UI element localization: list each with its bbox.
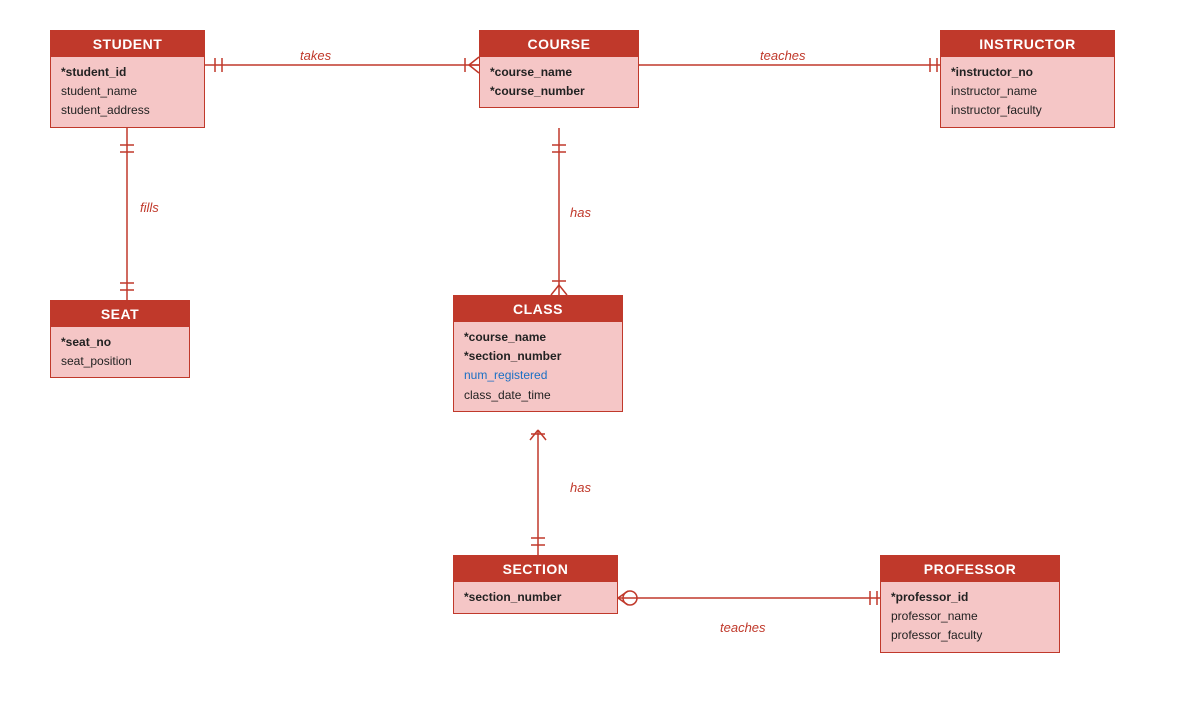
entity-course: COURSE *course_name *course_number (479, 30, 639, 108)
field-student-address: student_address (61, 101, 194, 120)
field-instructor-no: *instructor_no (951, 63, 1104, 82)
entity-seat-header: SEAT (51, 301, 189, 327)
diagram: takes teaches fills has has teaches STUD… (0, 0, 1201, 724)
entity-course-body: *course_name *course_number (480, 57, 638, 107)
label-takes: takes (300, 48, 331, 63)
field-class-course-name: *course_name (464, 328, 612, 347)
field-instructor-name: instructor_name (951, 82, 1104, 101)
field-course-name: *course_name (490, 63, 628, 82)
entity-instructor-body: *instructor_no instructor_name instructo… (941, 57, 1114, 127)
field-section-number: *section_number (464, 588, 607, 607)
field-professor-id: *professor_id (891, 588, 1049, 607)
label-has-course-class: has (570, 205, 591, 220)
entity-professor-body: *professor_id professor_name professor_f… (881, 582, 1059, 652)
label-fills: fills (140, 200, 159, 215)
label-teaches-instructor: teaches (760, 48, 806, 63)
entity-seat-body: *seat_no seat_position (51, 327, 189, 377)
entity-course-header: COURSE (480, 31, 638, 57)
entity-section: SECTION *section_number (453, 555, 618, 614)
entity-instructor-header: INSTRUCTOR (941, 31, 1114, 57)
field-class-num-registered: num_registered (464, 366, 612, 385)
entity-instructor: INSTRUCTOR *instructor_no instructor_nam… (940, 30, 1115, 128)
field-course-number: *course_number (490, 82, 628, 101)
field-class-section-number: *section_number (464, 347, 612, 366)
entity-section-body: *section_number (454, 582, 617, 613)
field-seat-position: seat_position (61, 352, 179, 371)
field-professor-name: professor_name (891, 607, 1049, 626)
entity-student-header: STUDENT (51, 31, 204, 57)
field-instructor-faculty: instructor_faculty (951, 101, 1104, 120)
label-has-class-section: has (570, 480, 591, 495)
field-student-name: student_name (61, 82, 194, 101)
entity-student-body: *student_id student_name student_address (51, 57, 204, 127)
field-seat-no: *seat_no (61, 333, 179, 352)
entity-class: CLASS *course_name *section_number num_r… (453, 295, 623, 412)
entity-professor-header: PROFESSOR (881, 556, 1059, 582)
entity-seat: SEAT *seat_no seat_position (50, 300, 190, 378)
entity-student: STUDENT *student_id student_name student… (50, 30, 205, 128)
entity-class-body: *course_name *section_number num_registe… (454, 322, 622, 411)
field-class-date-time: class_date_time (464, 386, 612, 405)
label-teaches-professor: teaches (720, 620, 766, 635)
entity-section-header: SECTION (454, 556, 617, 582)
entity-class-header: CLASS (454, 296, 622, 322)
field-student-id: *student_id (61, 63, 194, 82)
entity-professor: PROFESSOR *professor_id professor_name p… (880, 555, 1060, 653)
field-professor-faculty: professor_faculty (891, 626, 1049, 645)
